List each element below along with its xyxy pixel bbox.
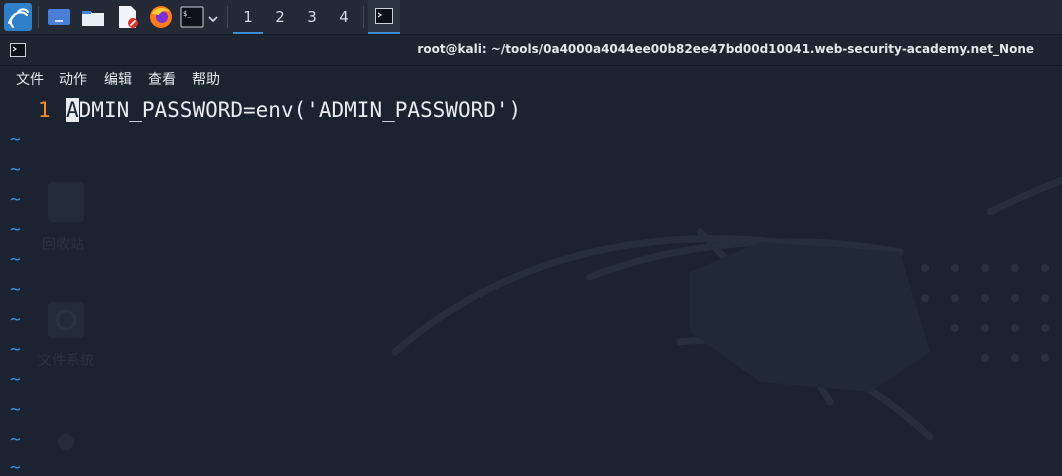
panel-separator [38, 6, 39, 28]
text-cursor: A [66, 98, 79, 122]
empty-line-marker: ~ [10, 339, 21, 360]
empty-line-marker: ~ [10, 189, 21, 210]
terminal-titlebar[interactable]: root@kali: ~/tools/0a4000a4044ee00b82ee4… [0, 35, 1062, 66]
terminal-task-icon [375, 8, 393, 24]
chevron-down-icon[interactable] [207, 10, 219, 29]
menu-edit[interactable]: 编辑 [104, 69, 132, 89]
terminal-content[interactable]: 回收站 文件系统 1 ADMIN_PASSWORD=env('ADMIN_PAS… [0, 92, 1062, 476]
panel-separator [363, 6, 364, 28]
menu-help[interactable]: 帮助 [192, 69, 220, 89]
terminal-launcher-icon[interactable]: $_ [180, 4, 206, 30]
kali-dragon-wallpaper [48, 176, 1062, 450]
empty-line-marker: ~ [10, 309, 21, 330]
text-editor-icon[interactable] [114, 4, 140, 30]
empty-line-marker: ~ [10, 457, 21, 476]
line-number: 1 [38, 98, 51, 122]
empty-line-marker: ~ [10, 249, 21, 270]
menu-action[interactable]: 动作 [59, 69, 87, 89]
workspace-4[interactable]: 4 [329, 0, 359, 34]
empty-line-marker: ~ [10, 369, 21, 390]
menu-view[interactable]: 查看 [148, 69, 176, 89]
code-text: DMIN_PASSWORD=env('ADMIN_PASSWORD') [78, 98, 522, 122]
empty-line-marker: ~ [10, 399, 21, 420]
terminal-window-icon [10, 43, 26, 57]
empty-line-marker: ~ [10, 219, 21, 240]
desktop-filesystem-label: 文件系统 [38, 353, 94, 369]
workspace-3[interactable]: 3 [297, 0, 327, 34]
workspace-2[interactable]: 2 [265, 0, 295, 34]
menu-file[interactable]: 文件 [16, 69, 44, 89]
empty-line-marker: ~ [10, 159, 21, 180]
empty-line-marker: ~ [10, 429, 21, 450]
desktop-trash-label: 回收站 [42, 237, 84, 253]
svg-text:$_: $_ [183, 10, 192, 18]
menu-bar: 文件 动作 编辑 查看 帮助 [0, 66, 1062, 92]
workspace-1[interactable]: 1 [233, 0, 263, 34]
window-title: root@kali: ~/tools/0a4000a4044ee00b82ee4… [417, 42, 1034, 56]
panel-separator [227, 6, 228, 28]
empty-line-marker: ~ [10, 129, 21, 150]
kali-menu-icon[interactable] [4, 3, 32, 31]
show-desktop-icon[interactable] [46, 4, 72, 30]
empty-line-marker: ~ [10, 279, 21, 300]
top-panel: $_ 1 2 3 4 [0, 0, 1062, 35]
firefox-icon[interactable] [148, 4, 174, 30]
code-line: ADMIN_PASSWORD=env('ADMIN_PASSWORD') [66, 96, 521, 124]
file-manager-icon[interactable] [80, 4, 106, 30]
taskbar-terminal-button[interactable] [368, 0, 400, 34]
